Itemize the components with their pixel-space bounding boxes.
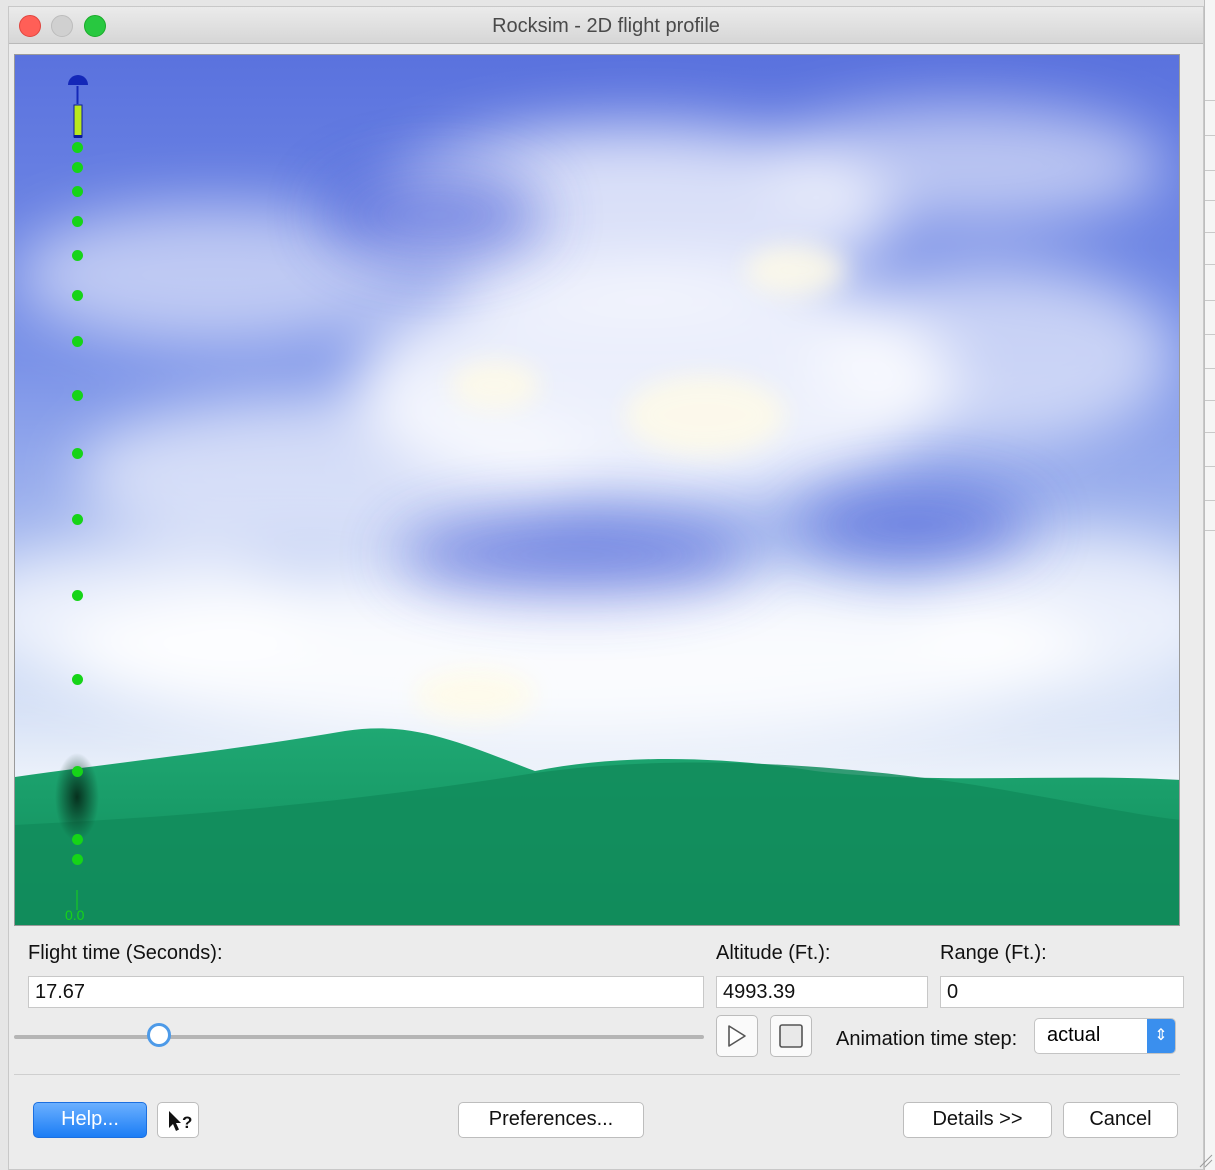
- ground-altitude-label: 0.0: [65, 907, 85, 923]
- trajectory-point: [72, 448, 83, 459]
- trajectory-point: [72, 390, 83, 401]
- resize-grip-icon[interactable]: [1197, 1152, 1213, 1168]
- trajectory-point: [72, 142, 83, 153]
- flight-time-slider-thumb[interactable]: [146, 1023, 171, 1047]
- rocket-marker: [67, 73, 89, 145]
- trajectory-point: [72, 514, 83, 525]
- range-label: Range (Ft.):: [940, 942, 1047, 964]
- details-button[interactable]: Details >>: [903, 1102, 1052, 1138]
- flight-time-slider[interactable]: [14, 1035, 704, 1039]
- trajectory-point: [72, 854, 83, 865]
- trajectory-point: [72, 590, 83, 601]
- context-help-button[interactable]: ?: [157, 1102, 199, 1138]
- flight-scene-view: 0.0: [14, 54, 1180, 926]
- range-field[interactable]: 0: [940, 976, 1184, 1008]
- help-button[interactable]: Help...: [33, 1102, 147, 1138]
- context-help-icon: ?: [169, 1111, 192, 1132]
- animation-time-step-select[interactable]: actual ⇕: [1034, 1018, 1176, 1054]
- play-icon: [728, 1025, 746, 1047]
- animation-time-step-label: Animation time step:: [836, 1028, 1018, 1050]
- svg-text:?: ?: [182, 1113, 192, 1132]
- flight-time-label: Flight time (Seconds):: [28, 942, 223, 964]
- title-bar[interactable]: Rocksim - 2D flight profile: [9, 7, 1203, 44]
- trajectory-point: [72, 290, 83, 301]
- background-window-strip: [1204, 0, 1215, 1170]
- stop-button[interactable]: [770, 1015, 812, 1057]
- altitude-field[interactable]: 4993.39: [716, 976, 928, 1008]
- stop-icon: [779, 1024, 803, 1048]
- play-button[interactable]: [716, 1015, 758, 1057]
- cancel-button[interactable]: Cancel: [1063, 1102, 1178, 1138]
- trajectory-point: [72, 250, 83, 261]
- preferences-button[interactable]: Preferences...: [458, 1102, 644, 1138]
- chevron-updown-icon: ⇕: [1147, 1019, 1175, 1053]
- trajectory-point: [72, 162, 83, 173]
- trajectory-point: [72, 186, 83, 197]
- trajectory-point: [72, 834, 83, 845]
- separator: [14, 1074, 1180, 1075]
- animation-time-step-value: actual: [1047, 1024, 1101, 1046]
- altitude-label: Altitude (Ft.):: [716, 942, 831, 964]
- flight-time-field[interactable]: 17.67: [28, 976, 704, 1008]
- window-title: Rocksim - 2D flight profile: [492, 15, 720, 37]
- trajectory-point: [72, 336, 83, 347]
- trajectory-point: [72, 674, 83, 685]
- trajectory-point: [72, 766, 83, 777]
- trajectory-point: [72, 216, 83, 227]
